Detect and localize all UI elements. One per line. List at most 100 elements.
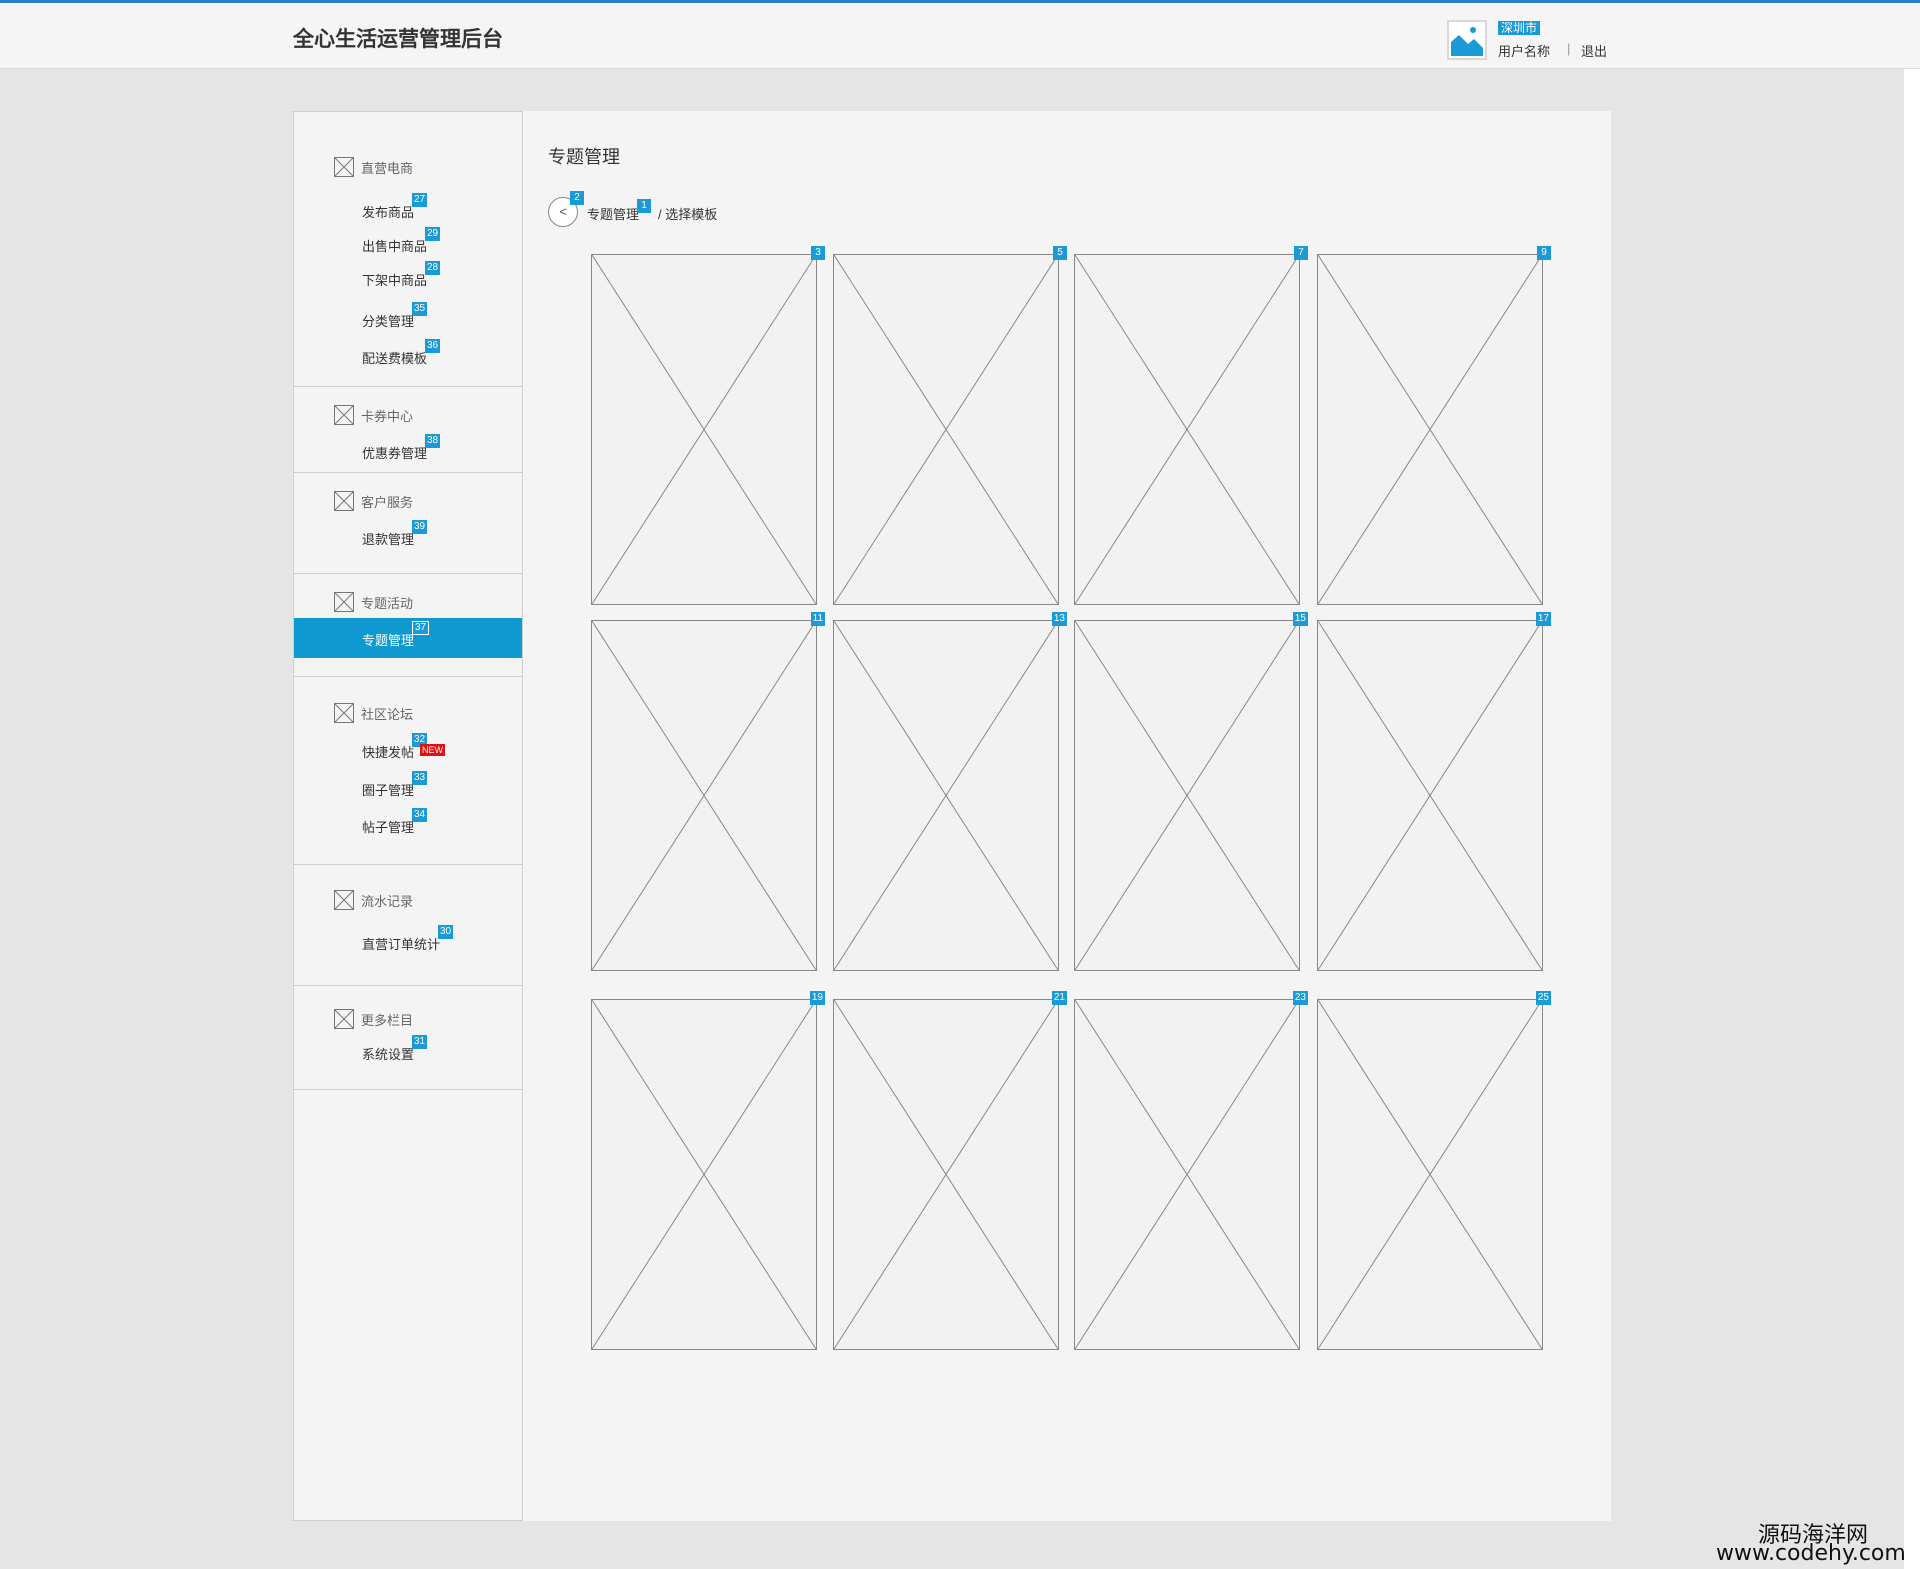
template-tile[interactable]: 7 bbox=[1074, 246, 1308, 605]
placeholder-x-icon bbox=[1075, 1000, 1299, 1349]
number-badge: 28 bbox=[425, 261, 441, 275]
header-separator: | bbox=[1567, 41, 1571, 56]
sidebar-item-on-sale[interactable]: 出售中商品 29 bbox=[294, 227, 522, 255]
breadcrumb-select-template: / 选择模板 bbox=[658, 207, 718, 222]
template-tile[interactable]: 11 bbox=[591, 612, 825, 971]
number-badge: 19 bbox=[809, 991, 825, 1005]
template-tile[interactable]: 25 bbox=[1317, 991, 1551, 1350]
logout-link[interactable]: 退出 bbox=[1581, 41, 1607, 60]
user-name: 用户名称 bbox=[1498, 44, 1551, 59]
placeholder-x-icon bbox=[334, 491, 354, 511]
number-badge: 15 bbox=[1292, 612, 1308, 626]
template-tile[interactable]: 9 bbox=[1317, 246, 1551, 605]
sidebar-item-label: 系统设置 bbox=[362, 1047, 415, 1062]
template-tile[interactable]: 21 bbox=[833, 991, 1067, 1350]
placeholder-x-icon bbox=[334, 1009, 354, 1029]
sidebar-item-publish-product[interactable]: 发布商品 27 bbox=[294, 193, 522, 221]
number-badge: 36 bbox=[425, 339, 441, 353]
sidebar-section-coupons: 卡券中心 优惠券管理 38 bbox=[294, 387, 522, 473]
sidebar-item-label: 快捷发帖 bbox=[362, 745, 415, 760]
sidebar-item-label: 优惠券管理 bbox=[362, 446, 428, 461]
sidebar-section-more: 更多栏目 系统设置 31 bbox=[294, 986, 522, 1090]
back-chevron-icon: < bbox=[559, 204, 567, 219]
sidebar-item-shipping-template[interactable]: 配送费模板 36 bbox=[294, 339, 522, 367]
number-badge: 3 bbox=[811, 246, 825, 260]
sidebar-item-circle-management[interactable]: 圈子管理 33 bbox=[294, 771, 522, 799]
template-tile[interactable]: 19 bbox=[591, 991, 825, 1350]
number-badge: 5 bbox=[1053, 246, 1067, 260]
sidebar-item-quick-post[interactable]: 快捷发帖 32 NEW bbox=[294, 733, 522, 761]
image-placeholder-icon bbox=[1449, 22, 1485, 58]
placeholder-x-icon bbox=[334, 890, 354, 910]
template-tile[interactable]: 3 bbox=[591, 246, 825, 605]
placeholder-x-icon bbox=[1318, 621, 1542, 970]
number-badge: 37 bbox=[412, 621, 430, 635]
placeholder-x-icon bbox=[592, 255, 816, 604]
template-tile[interactable]: 5 bbox=[833, 246, 1067, 605]
placeholder-x-icon bbox=[1075, 255, 1299, 604]
number-badge: 2 bbox=[570, 191, 584, 205]
number-badge: 29 bbox=[425, 227, 441, 241]
number-badge: 35 bbox=[412, 302, 428, 316]
sidebar-section-records: 流水记录 直营订单统计 30 bbox=[294, 865, 522, 986]
sidebar-item-refund-management[interactable]: 退款管理 39 bbox=[294, 520, 522, 548]
sidebar-item-label: 圈子管理 bbox=[362, 783, 415, 798]
main-content: 专题管理 < 2 专题管理 1 / 选择模板 3 5 7 9 11 13 15 … bbox=[523, 111, 1611, 1521]
number-badge: 31 bbox=[412, 1035, 428, 1049]
sidebar-section-ecommerce: 直营电商 发布商品 27 出售中商品 29 下架中商品 28 分类管理 35 配… bbox=[294, 112, 522, 387]
placeholder-x-icon bbox=[592, 1000, 816, 1349]
avatar[interactable] bbox=[1447, 20, 1487, 60]
sidebar-section-topics: 专题活动 专题管理 37 bbox=[294, 574, 522, 677]
app-title: 全心生活运营管理后台 bbox=[293, 28, 503, 51]
sidebar-section-forum: 社区论坛 快捷发帖 32 NEW 圈子管理 33 帖子管理 34 bbox=[294, 677, 522, 865]
section-title-text: 卡券中心 bbox=[361, 408, 414, 424]
template-tile[interactable]: 23 bbox=[1074, 991, 1308, 1350]
placeholder-x-icon bbox=[1075, 621, 1299, 970]
sidebar-item-label: 下架中商品 bbox=[362, 273, 428, 288]
sidebar-item-label: 帖子管理 bbox=[362, 820, 415, 835]
sidebar-item-label: 直营订单统计 bbox=[362, 937, 441, 952]
number-badge: 27 bbox=[412, 193, 428, 207]
number-badge: 9 bbox=[1537, 246, 1551, 260]
sidebar-item-label: 分类管理 bbox=[362, 314, 415, 329]
sidebar-item-post-management[interactable]: 帖子管理 34 bbox=[294, 808, 522, 836]
section-title-text: 社区论坛 bbox=[361, 706, 414, 722]
number-badge: 21 bbox=[1051, 991, 1067, 1005]
sidebar-item-off-shelf[interactable]: 下架中商品 28 bbox=[294, 261, 522, 289]
placeholder-x-icon bbox=[334, 592, 354, 612]
sidebar-item-topic-management[interactable]: 专题管理 37 bbox=[294, 618, 522, 658]
number-badge: 38 bbox=[425, 434, 441, 448]
number-badge: 7 bbox=[1294, 246, 1308, 260]
breadcrumb-topic-management[interactable]: 专题管理 bbox=[587, 204, 639, 223]
section-title-text: 更多栏目 bbox=[361, 1012, 414, 1028]
sidebar-item-label: 出售中商品 bbox=[362, 239, 428, 254]
sidebar-item-coupon-management[interactable]: 优惠券管理 38 bbox=[294, 434, 522, 462]
section-title-text: 直营电商 bbox=[361, 160, 414, 176]
template-tile[interactable]: 17 bbox=[1317, 612, 1551, 971]
number-badge: 34 bbox=[412, 808, 428, 822]
sidebar-section-title: 卡券中心 bbox=[334, 405, 413, 425]
template-tile[interactable]: 15 bbox=[1074, 612, 1308, 971]
placeholder-x-icon bbox=[334, 703, 354, 723]
city-badge[interactable]: 深圳市 bbox=[1498, 21, 1541, 35]
placeholder-x-icon bbox=[334, 157, 354, 177]
sidebar-section-title: 客户服务 bbox=[334, 491, 413, 511]
sidebar-item-order-statistics[interactable]: 直营订单统计 30 bbox=[294, 925, 522, 953]
number-badge: 17 bbox=[1535, 612, 1551, 626]
sidebar-item-label: 发布商品 bbox=[362, 205, 415, 220]
placeholder-x-icon bbox=[834, 255, 1058, 604]
sidebar-section-title: 流水记录 bbox=[334, 890, 413, 910]
page-title: 专题管理 bbox=[548, 147, 620, 167]
sidebar-section-customer-service: 客户服务 退款管理 39 bbox=[294, 473, 522, 574]
number-badge: 33 bbox=[412, 771, 428, 785]
section-title-text: 专题活动 bbox=[361, 595, 414, 611]
sidebar-item-category[interactable]: 分类管理 35 bbox=[294, 302, 522, 330]
placeholder-x-icon bbox=[1318, 1000, 1542, 1349]
section-title-text: 客户服务 bbox=[361, 494, 414, 510]
number-badge: 1 bbox=[637, 199, 651, 213]
sidebar-item-system-settings[interactable]: 系统设置 31 bbox=[294, 1035, 522, 1063]
placeholder-x-icon bbox=[834, 1000, 1058, 1349]
sidebar-section-title: 专题活动 bbox=[334, 592, 413, 612]
template-tile[interactable]: 13 bbox=[833, 612, 1067, 971]
sidebar-section-title: 更多栏目 bbox=[334, 1009, 413, 1029]
